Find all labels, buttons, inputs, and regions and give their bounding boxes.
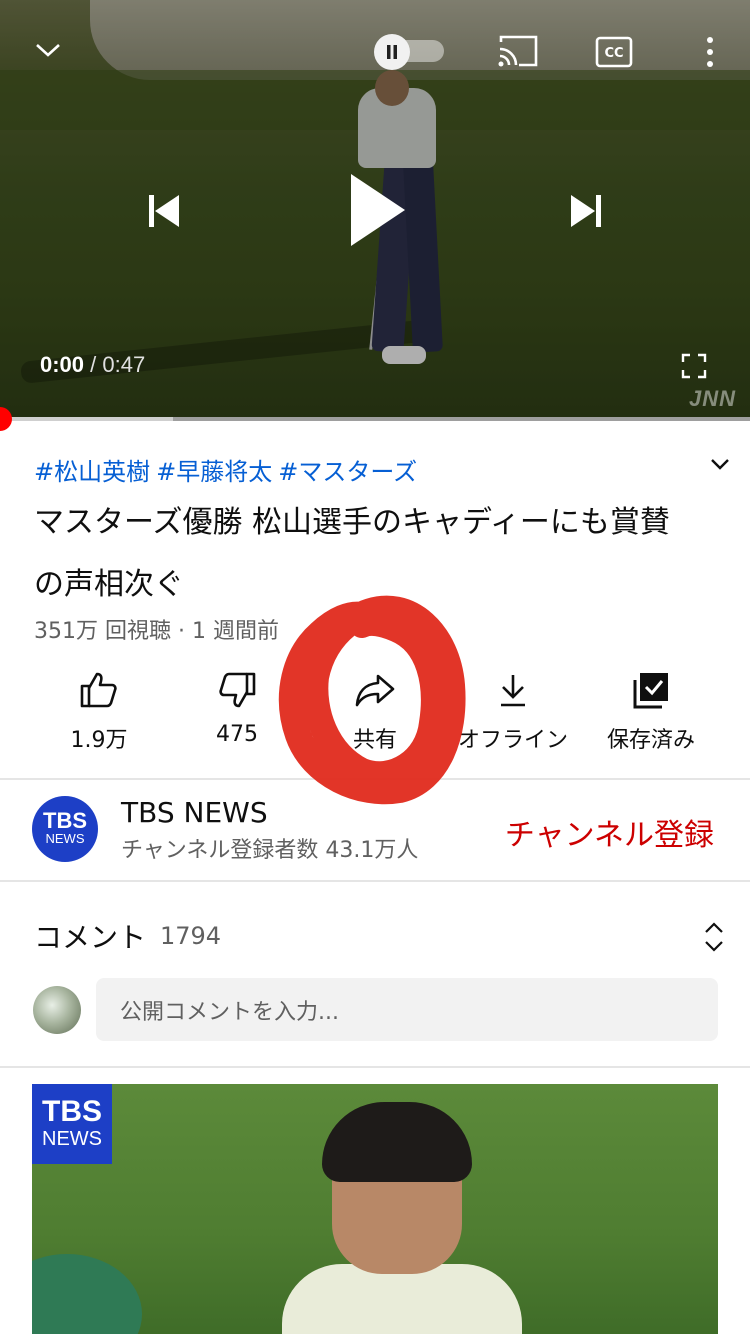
logo-text: TBS [42, 1095, 102, 1128]
tbs-news-logo: TBS NEWS [32, 1084, 112, 1164]
video-title[interactable]: マスターズ優勝 松山選手のキャディーにも賞賛の声相次ぐ [34, 492, 694, 616]
hashtag-link[interactable]: #松山英樹 [34, 458, 150, 486]
video-meta: 351万 回視聴 · 1 週間前 [34, 613, 279, 645]
download-icon [491, 668, 535, 712]
view-count: 351万 回視聴 [34, 619, 171, 644]
save-button[interactable]: 保存済み [582, 668, 720, 758]
meta-separator: · [178, 619, 185, 644]
hashtag-link[interactable]: #マスターズ [278, 458, 417, 486]
offline-button[interactable]: オフライン [444, 668, 582, 758]
section-divider [0, 778, 750, 780]
comments-count: 1794 [160, 922, 222, 950]
dislike-count: 475 [216, 722, 258, 747]
section-divider [0, 1066, 750, 1068]
action-bar: 1.9万 475 共有 オフライン 保存済み [30, 668, 720, 758]
thumbs-up-icon [77, 668, 121, 712]
next-video-icon[interactable] [562, 186, 612, 236]
channel-name[interactable]: TBS NEWS [121, 796, 268, 829]
expand-description-icon[interactable] [708, 452, 736, 480]
user-avatar [33, 986, 81, 1034]
channel-avatar[interactable]: TBS NEWS [32, 796, 98, 862]
subscriber-count: チャンネル登録者数 43.1万人 [121, 838, 419, 863]
comment-input[interactable]: 公開コメントを入力... [96, 978, 718, 1041]
section-divider [0, 880, 750, 882]
buffered-bar [0, 417, 173, 421]
duration: 0:47 [102, 352, 146, 377]
comments-title[interactable]: コメント [34, 916, 146, 956]
saved-playlist-icon [629, 668, 673, 712]
fullscreen-icon[interactable] [680, 352, 708, 380]
expand-comments-icon[interactable] [702, 920, 730, 954]
current-time: 0:00 [40, 352, 85, 377]
seek-bar[interactable] [0, 407, 750, 431]
time-display: 0:00 / 0:47 [40, 352, 145, 378]
broadcaster-watermark: JNN [688, 386, 736, 411]
previous-video-icon[interactable] [138, 186, 188, 236]
channel-avatar-text: TBS [43, 808, 87, 833]
logo-subtext: NEWS [42, 1128, 102, 1150]
thumbnail-person-cap [32, 1254, 142, 1334]
hashtag-link[interactable]: #早藤将太 [156, 458, 272, 486]
more-options-icon[interactable] [696, 34, 724, 70]
like-count: 1.9万 [70, 728, 128, 753]
next-video-thumbnail[interactable]: TBS NEWS [32, 1084, 718, 1334]
svg-text:CC: CC [604, 46, 623, 61]
save-label: 保存済み [606, 728, 695, 753]
share-button[interactable]: 共有 [306, 668, 444, 758]
hashtag-list: #松山英樹 #早藤将太 #マスターズ [34, 452, 423, 487]
like-button[interactable]: 1.9万 [30, 668, 168, 758]
captions-icon[interactable]: CC [595, 35, 633, 69]
video-player[interactable]: CC 0:00 / 0:47 JNN [0, 0, 750, 420]
minimize-chevron-icon[interactable] [30, 32, 66, 68]
play-icon[interactable] [336, 170, 416, 250]
thumbs-down-icon [215, 668, 259, 712]
time-separator: / [90, 352, 97, 377]
autoplay-toggle[interactable] [374, 34, 446, 70]
cast-icon[interactable] [496, 33, 540, 69]
subscribe-button[interactable]: チャンネル登録 [505, 810, 714, 854]
thumbnail-person-shirt [282, 1264, 522, 1334]
share-icon [353, 668, 397, 712]
thumbnail-person-hair [322, 1102, 472, 1182]
upload-age: 1 週間前 [192, 619, 279, 644]
pause-icon [374, 34, 410, 70]
share-label: 共有 [352, 728, 397, 753]
offline-label: オフライン [457, 728, 568, 753]
channel-avatar-subtext: NEWS [45, 831, 85, 846]
dislike-button[interactable]: 475 [168, 668, 306, 758]
